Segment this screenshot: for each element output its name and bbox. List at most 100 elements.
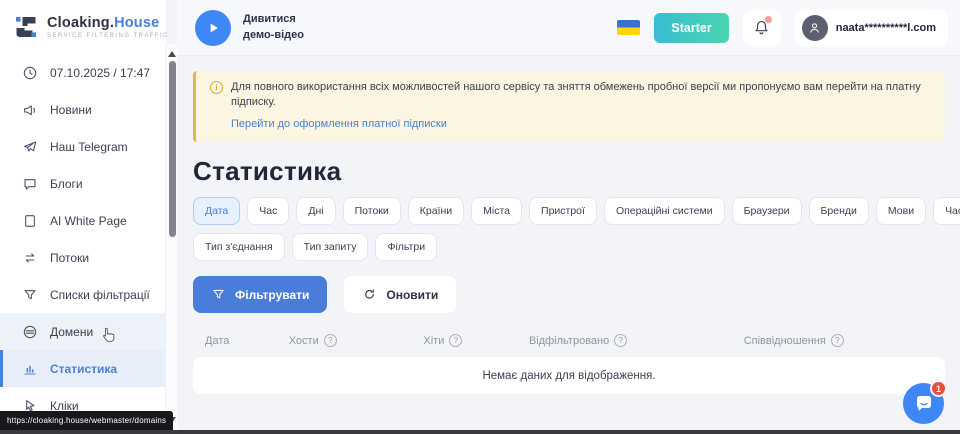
sidebar-item-label: Домени xyxy=(50,325,93,339)
telegram-icon xyxy=(22,139,38,155)
tab-cities[interactable]: Міста xyxy=(471,197,522,225)
top-bar-right: Starter naata**********l.com xyxy=(617,9,948,47)
notification-dot xyxy=(765,16,772,23)
filter-button[interactable]: Фільтрувати xyxy=(193,276,327,313)
column-header-filtered: Відфільтровано? xyxy=(529,334,744,347)
help-icon[interactable]: ? xyxy=(324,334,337,347)
column-header-hits: Хіти? xyxy=(423,334,529,347)
chat-icon xyxy=(22,176,38,192)
sidebar-item-telegram[interactable]: Наш Telegram xyxy=(0,128,166,165)
sidebar-item-label: AI White Page xyxy=(50,214,127,228)
sidebar-item-label: Новини xyxy=(50,103,92,117)
logo-title-accent: House xyxy=(114,15,159,31)
filter-button-label: Фільтрувати xyxy=(235,288,309,302)
help-icon[interactable]: ? xyxy=(831,334,844,347)
page-icon xyxy=(22,213,38,229)
sidebar-item-label: Потоки xyxy=(50,251,89,265)
alert-text: Для повного використання всіх можливосте… xyxy=(231,80,931,111)
tab-timezone[interactable]: Часовий пояс xyxy=(933,197,960,225)
loop-icon xyxy=(22,250,38,266)
tab-brands[interactable]: Бренди xyxy=(809,197,869,225)
logo-icon xyxy=(13,14,39,40)
sidebar-item-label: 07.10.2025 / 17:47 xyxy=(50,66,150,80)
status-bar-url: https://cloaking.house/webmaster/domains xyxy=(0,411,173,430)
tab-request-type[interactable]: Тип запиту xyxy=(292,233,369,261)
logo[interactable]: Cloaking.House SERVICE FILTERING TRAFFIC xyxy=(0,0,166,48)
top-bar: Дивитися демо-відео Starter naata*******… xyxy=(177,0,960,56)
sidebar-item-label: Статистика xyxy=(50,362,117,376)
sidebar-item-datetime: 07.10.2025 / 17:47 xyxy=(0,54,166,91)
globe-icon xyxy=(22,324,38,340)
megaphone-icon xyxy=(22,102,38,118)
sidebar-item-ai-white-page[interactable]: AI White Page xyxy=(0,202,166,239)
tab-connection-type[interactable]: Тип з'єднання xyxy=(193,233,285,261)
sidebar-item-statistics[interactable]: Статистика xyxy=(0,350,166,387)
tab-languages[interactable]: Мови xyxy=(876,197,926,225)
info-icon: i xyxy=(210,81,223,94)
bar-chart-icon xyxy=(22,361,38,377)
scrollbar-thumb[interactable] xyxy=(169,61,176,237)
sidebar-scrollbar[interactable] xyxy=(165,44,177,430)
column-label: Дата xyxy=(205,335,229,347)
sidebar-item-label: Наш Telegram xyxy=(50,140,128,154)
logo-subtitle: SERVICE FILTERING TRAFFIC xyxy=(47,33,169,39)
chat-widget-button[interactable]: 1 xyxy=(903,383,944,424)
upgrade-subscription-link[interactable]: Перейти до оформлення платної підписки xyxy=(231,117,447,132)
sidebar-item-blogs[interactable]: Блоги xyxy=(0,165,166,202)
ukraine-flag-icon[interactable] xyxy=(617,20,640,35)
sidebar-nav: 07.10.2025 / 17:47 Новини Наш Telegram Блог… xyxy=(0,48,166,424)
help-icon[interactable]: ? xyxy=(614,334,627,347)
sidebar-item-domains[interactable]: Домени xyxy=(0,313,166,350)
window-bottom-edge xyxy=(0,430,960,434)
column-header-ratio: Співвідношення? xyxy=(744,334,933,347)
tab-filters[interactable]: Фільтри xyxy=(375,233,437,261)
empty-state-text: Немає даних для відображення. xyxy=(482,370,655,382)
logo-text: Cloaking.House SERVICE FILTERING TRAFFIC xyxy=(47,15,169,39)
tab-browsers[interactable]: Браузери xyxy=(732,197,802,225)
sidebar-item-filter-lists[interactable]: Списки фільтрації xyxy=(0,276,166,313)
account-email: naata**********l.com xyxy=(836,22,936,34)
account-menu[interactable]: naata**********l.com xyxy=(795,9,948,47)
chat-bubble-icon xyxy=(912,392,936,416)
column-label: Співвідношення xyxy=(744,335,826,347)
tab-time[interactable]: Час xyxy=(247,197,289,225)
demo-video-label: Дивитися демо-відео xyxy=(243,12,315,43)
help-icon[interactable]: ? xyxy=(449,334,462,347)
stat-tabs-row-1: ДатаЧасДні ПотокиКраїниМістаПристроїОпера… xyxy=(193,197,945,225)
sidebar-item-news[interactable]: Новини xyxy=(0,91,166,128)
sidebar-item-streams[interactable]: Потоки xyxy=(0,239,166,276)
column-header-date: Дата xyxy=(205,334,289,347)
sidebar: Cloaking.House SERVICE FILTERING TRAFFIC… xyxy=(0,0,166,434)
tab-streams[interactable]: Потоки xyxy=(343,197,401,225)
table-header: ДатаХости?Хіти?Відфільтровано?Співвіднош… xyxy=(193,326,945,355)
column-header-hosts: Хости? xyxy=(289,334,424,347)
refresh-button[interactable]: Оновити xyxy=(344,276,456,313)
table-empty-state: Немає даних для відображення. xyxy=(193,357,945,394)
tab-countries[interactable]: Країни xyxy=(408,197,464,225)
page-content: i Для повного використання всіх можливос… xyxy=(177,56,960,394)
avatar-icon xyxy=(802,15,828,41)
tab-data[interactable]: Дата xyxy=(193,197,240,225)
column-label: Відфільтровано xyxy=(529,335,609,347)
notifications-button[interactable] xyxy=(743,9,781,47)
tab-os[interactable]: Операційні системи xyxy=(604,197,725,225)
stat-tabs-row-2: Тип з'єднанняТип запитуФільтри xyxy=(193,233,945,261)
column-label: Хіти xyxy=(423,335,444,347)
sidebar-item-label: Блоги xyxy=(50,177,83,191)
chat-unread-badge: 1 xyxy=(930,380,947,397)
column-label: Хости xyxy=(289,335,319,347)
main-area: Дивитися демо-відео Starter naata*******… xyxy=(177,0,960,434)
tab-devices[interactable]: Пристрої xyxy=(529,197,597,225)
tab-days[interactable]: Дні xyxy=(296,197,335,225)
logo-title-primary: Cloaking. xyxy=(47,15,114,31)
scroll-up-icon[interactable] xyxy=(168,51,176,57)
demo-video-button[interactable]: Дивитися демо-відео xyxy=(195,10,315,46)
sidebar-item-label: Списки фільтрації xyxy=(50,288,150,302)
funnel-icon xyxy=(22,287,38,303)
funnel-icon xyxy=(211,287,226,302)
play-icon xyxy=(195,10,231,46)
refresh-icon xyxy=(362,287,377,302)
refresh-button-label: Оновити xyxy=(386,288,438,302)
plan-badge-button[interactable]: Starter xyxy=(654,13,728,43)
trial-alert: i Для повного використання всіх можливос… xyxy=(193,71,945,142)
